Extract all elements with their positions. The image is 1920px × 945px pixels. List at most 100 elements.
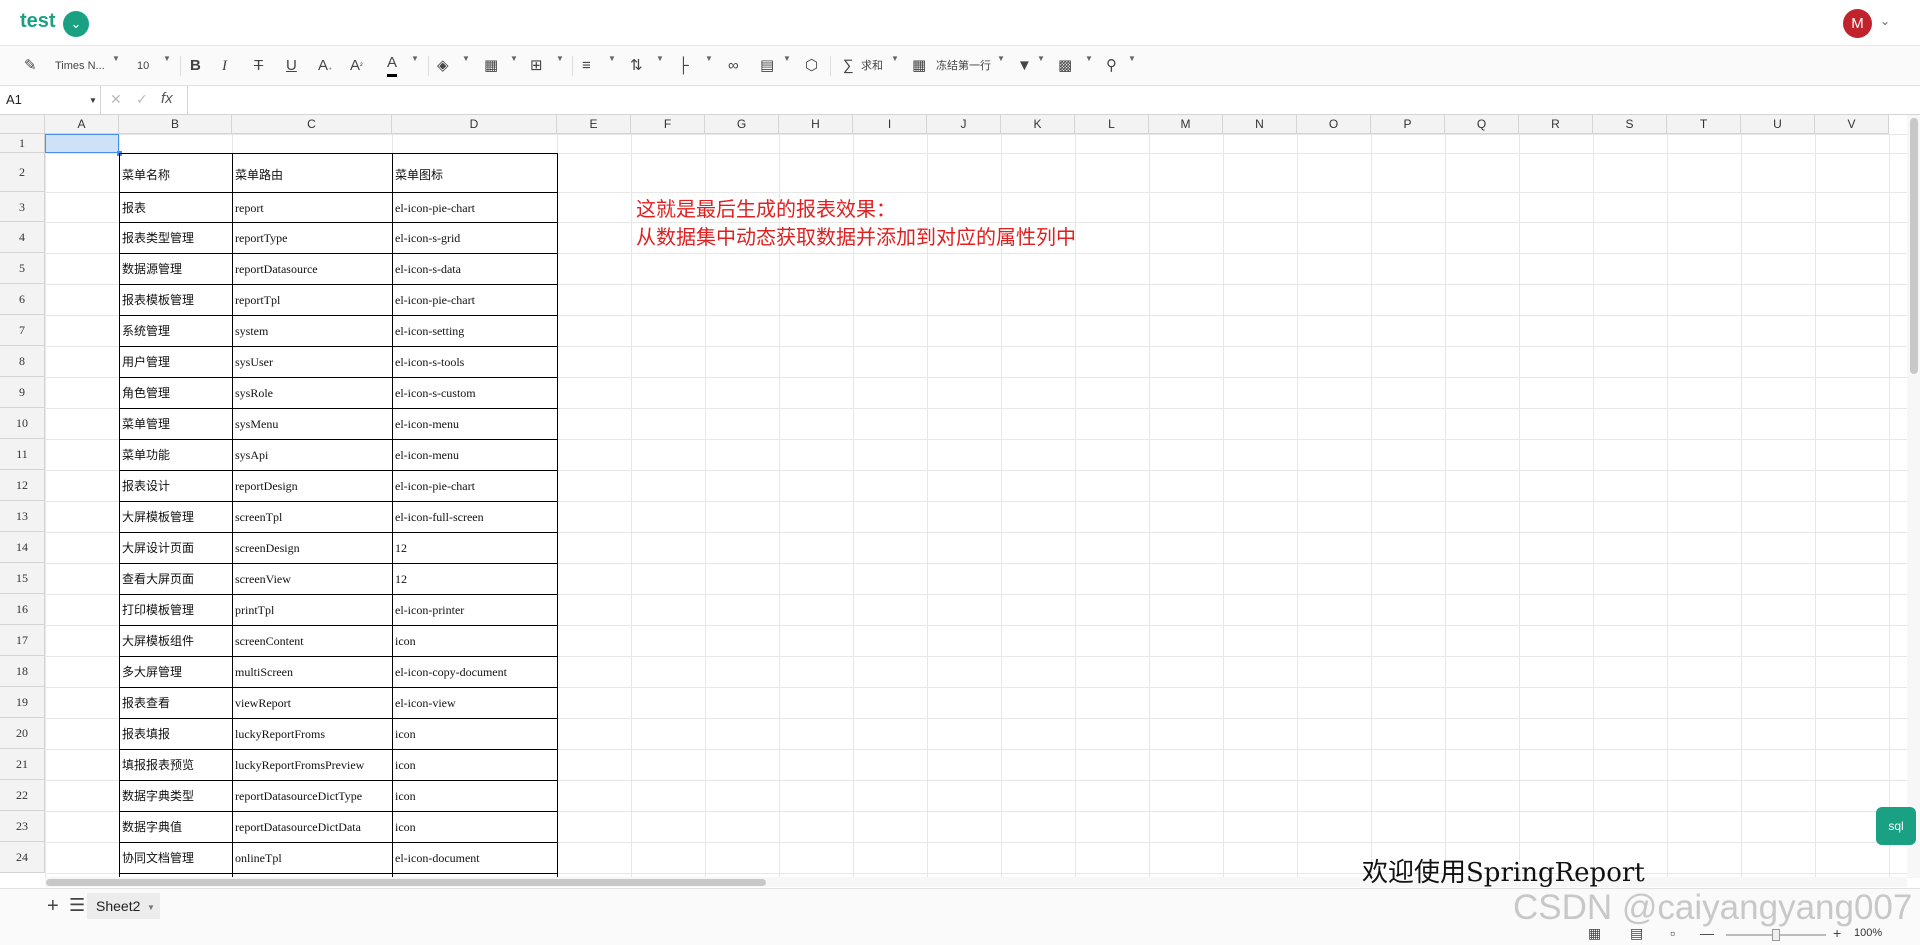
vertical-align-icon[interactable]: ⇅ bbox=[630, 54, 643, 78]
table-cell[interactable]: icon bbox=[392, 780, 557, 811]
table-cell[interactable]: 填报报表预览 bbox=[119, 749, 232, 780]
selected-cell[interactable] bbox=[45, 134, 119, 153]
column-header[interactable]: S bbox=[1593, 115, 1667, 134]
chevron-down-icon[interactable]: ▼ bbox=[783, 54, 791, 63]
row-header[interactable]: 24 bbox=[0, 842, 45, 873]
column-header[interactable]: I bbox=[853, 115, 927, 134]
table-cell[interactable]: 协同文档管理 bbox=[119, 842, 232, 873]
sheet-list-icon[interactable]: ☰ bbox=[69, 895, 85, 916]
table-cell[interactable]: 大屏模板管理 bbox=[119, 501, 232, 532]
italic-button[interactable]: I bbox=[222, 54, 227, 78]
table-cell[interactable]: 报表查看 bbox=[119, 687, 232, 718]
table-cell[interactable]: viewReport bbox=[232, 687, 392, 718]
zoom-in-icon[interactable]: + bbox=[1833, 925, 1841, 941]
column-header[interactable]: E bbox=[557, 115, 631, 134]
table-cell[interactable]: icon bbox=[392, 625, 557, 656]
table-cell[interactable]: 数据源管理 bbox=[119, 253, 232, 284]
sum-icon[interactable]: ∑ bbox=[843, 54, 854, 78]
table-cell[interactable]: el-icon-s-tools bbox=[392, 346, 557, 377]
vertical-scrollbar-thumb[interactable] bbox=[1910, 118, 1918, 374]
bold-button[interactable]: B bbox=[190, 54, 201, 78]
comment-icon[interactable]: ▤ bbox=[760, 54, 774, 78]
column-header[interactable]: Q bbox=[1445, 115, 1519, 134]
cell-reference-box[interactable]: A1 bbox=[6, 92, 22, 107]
table-cell[interactable]: system bbox=[232, 315, 392, 346]
table-header-cell[interactable]: 菜单图标 bbox=[392, 153, 557, 192]
row-header[interactable]: 18 bbox=[0, 656, 45, 687]
column-header[interactable]: B bbox=[119, 115, 232, 134]
border-icon[interactable]: ▦ bbox=[484, 54, 498, 78]
sum-button[interactable]: 求和 bbox=[861, 54, 883, 78]
table-cell[interactable]: el-icon-s-grid bbox=[392, 222, 557, 253]
sql-button[interactable]: sql bbox=[1876, 807, 1916, 845]
table-cell[interactable]: el-icon-s-data bbox=[392, 253, 557, 284]
table-cell[interactable]: 报表设计 bbox=[119, 470, 232, 501]
chevron-down-icon[interactable]: ▼ bbox=[1085, 54, 1093, 63]
table-cell[interactable]: el-icon-menu bbox=[392, 439, 557, 470]
chevron-down-icon[interactable]: ▼ bbox=[705, 54, 713, 63]
table-cell[interactable]: reportDatasource bbox=[232, 253, 392, 284]
chevron-down-icon[interactable]: ▼ bbox=[608, 54, 616, 63]
table-cell[interactable]: el-icon-pie-chart bbox=[392, 470, 557, 501]
table-cell[interactable]: el-icon-full-screen bbox=[392, 501, 557, 532]
avatar[interactable]: M bbox=[1843, 9, 1872, 38]
table-cell[interactable]: 数据字典类型 bbox=[119, 780, 232, 811]
table-cell[interactable]: 打印模板管理 bbox=[119, 594, 232, 625]
chevron-down-icon[interactable]: ▼ bbox=[1037, 54, 1045, 63]
table-cell[interactable]: 查看大屏页面 bbox=[119, 563, 232, 594]
row-header[interactable]: 12 bbox=[0, 470, 45, 501]
row-header[interactable]: 3 bbox=[0, 192, 45, 222]
zoom-slider-handle[interactable] bbox=[1772, 929, 1780, 941]
row-header[interactable]: 15 bbox=[0, 563, 45, 594]
format-painter-icon[interactable]: ✎ bbox=[24, 54, 37, 78]
table-cell[interactable]: screenContent bbox=[232, 625, 392, 656]
table-cell[interactable]: screenView bbox=[232, 563, 392, 594]
table-cell[interactable]: onlineTpl bbox=[232, 842, 392, 873]
chevron-down-icon[interactable]: ⌄ bbox=[1880, 14, 1890, 28]
page-break-icon[interactable]: ▫ bbox=[1670, 925, 1675, 941]
row-header[interactable]: 6 bbox=[0, 284, 45, 315]
row-header[interactable]: 21 bbox=[0, 749, 45, 780]
row-header[interactable]: 7 bbox=[0, 315, 45, 346]
chevron-down-icon[interactable]: ▼ bbox=[656, 54, 664, 63]
table-cell[interactable]: icon bbox=[392, 749, 557, 780]
table-cell[interactable]: reportTpl bbox=[232, 284, 392, 315]
normal-view-icon[interactable]: ▦ bbox=[1588, 925, 1601, 942]
row-header[interactable]: 23 bbox=[0, 811, 45, 842]
horizontal-scrollbar-thumb[interactable] bbox=[46, 879, 766, 886]
column-header[interactable]: K bbox=[1001, 115, 1075, 134]
chevron-down-icon[interactable]: ⌄ bbox=[63, 11, 89, 37]
column-header[interactable]: L bbox=[1075, 115, 1149, 134]
subscript-button[interactable]: A₊ bbox=[318, 54, 332, 78]
column-header[interactable]: A bbox=[45, 115, 119, 134]
font-size-select[interactable]: 10 bbox=[137, 54, 149, 78]
column-header[interactable]: G bbox=[705, 115, 779, 134]
row-header[interactable]: 14 bbox=[0, 532, 45, 563]
row-header[interactable]: 20 bbox=[0, 718, 45, 749]
chevron-down-icon[interactable]: ▼ bbox=[510, 54, 518, 63]
font-family-select[interactable]: Times N... bbox=[55, 54, 105, 78]
table-cell[interactable]: 系统管理 bbox=[119, 315, 232, 346]
table-cell[interactable]: el-icon-printer bbox=[392, 594, 557, 625]
fill-color-icon[interactable]: ◈ bbox=[437, 54, 449, 78]
search-icon[interactable]: ⚲ bbox=[1106, 54, 1117, 78]
row-header[interactable]: 2 bbox=[0, 153, 45, 192]
underline-button[interactable]: U bbox=[286, 54, 297, 78]
table-cell[interactable]: 菜单管理 bbox=[119, 408, 232, 439]
table-cell[interactable]: 大屏模板组件 bbox=[119, 625, 232, 656]
table-cell[interactable]: 数据字典值 bbox=[119, 811, 232, 842]
chevron-down-icon[interactable]: ▼ bbox=[997, 54, 1005, 63]
link-icon[interactable]: ∞ bbox=[728, 54, 739, 78]
freeze-button[interactable]: 冻结第一行 bbox=[936, 54, 991, 78]
row-header[interactable]: 16 bbox=[0, 594, 45, 625]
table-cell[interactable]: el-icon-pie-chart bbox=[392, 284, 557, 315]
superscript-button[interactable]: A² bbox=[350, 54, 363, 78]
row-header[interactable]: 4 bbox=[0, 222, 45, 253]
table-cell[interactable]: 菜单功能 bbox=[119, 439, 232, 470]
table-cell[interactable]: sysRole bbox=[232, 377, 392, 408]
table-cell[interactable]: multiScreen bbox=[232, 656, 392, 687]
function-icon[interactable]: fx bbox=[161, 90, 173, 107]
table-cell[interactable]: icon bbox=[392, 811, 557, 842]
table-cell[interactable]: icon bbox=[392, 718, 557, 749]
conditional-format-icon[interactable]: ▩ bbox=[1058, 54, 1072, 78]
